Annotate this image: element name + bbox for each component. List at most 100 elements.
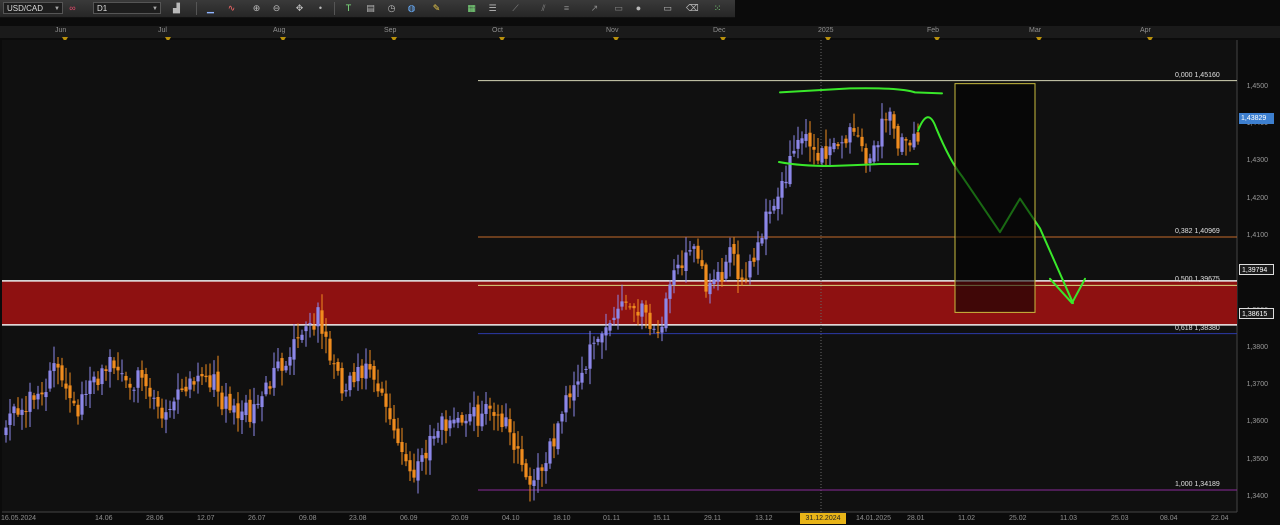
date-tick-label: 01.11: [603, 515, 620, 522]
candle-body: [436, 431, 440, 438]
candle-body: [384, 393, 388, 407]
candle-body: [664, 298, 668, 329]
candle-body: [808, 132, 812, 147]
candle-body: [160, 407, 164, 419]
candle-body: [416, 461, 420, 481]
candle-body: [872, 145, 876, 162]
candle-body: [788, 155, 792, 185]
candle-body: [196, 375, 200, 382]
candle-body: [472, 407, 476, 417]
candle-body: [268, 386, 272, 389]
candle-body: [880, 118, 884, 147]
candle-body: [280, 358, 284, 371]
candle-body: [68, 385, 72, 399]
candle-body: [892, 114, 896, 129]
candle-body: [588, 344, 592, 369]
candle-body: [912, 133, 916, 148]
candle-body: [208, 375, 212, 388]
candle-body: [792, 150, 796, 154]
candle-body: [540, 467, 544, 471]
candle-body: [132, 389, 136, 391]
candle-body: [168, 409, 172, 411]
candle-body: [696, 245, 700, 259]
candle-body: [468, 414, 472, 422]
candle-body: [428, 435, 432, 461]
date-tick-label: 26.07: [248, 515, 266, 522]
candle-body: [856, 135, 860, 137]
candle-body: [844, 138, 848, 144]
candle-body: [124, 375, 128, 381]
candle-body: [508, 419, 512, 433]
candle-body: [768, 211, 772, 214]
candle-body: [584, 368, 588, 370]
date-tick-label: 28.01: [907, 515, 925, 522]
candle-body: [908, 142, 912, 146]
candle-body: [620, 301, 624, 307]
candle-body: [640, 303, 644, 317]
zone-bottom-price-tag: 1,38615: [1239, 308, 1274, 319]
candle-body: [716, 271, 720, 282]
candle-body: [176, 389, 180, 400]
candle-body: [564, 395, 568, 413]
candle-body: [712, 279, 716, 285]
candle-body: [404, 454, 408, 462]
candle-body: [580, 372, 584, 383]
price-tick-label: 1,4200: [1246, 194, 1268, 202]
candle-body: [448, 420, 452, 429]
date-tick-label: 09.08: [299, 515, 317, 522]
price-tick-label: 1,4300: [1246, 157, 1268, 165]
candle-body: [520, 449, 524, 465]
candle-body: [76, 404, 80, 417]
candle-body: [852, 128, 856, 132]
candle-body: [36, 393, 40, 400]
candle-body: [192, 381, 196, 385]
candle-body: [528, 475, 532, 485]
candle-body: [516, 446, 520, 449]
candle-body: [876, 145, 880, 148]
crosshair-date-tag: 31.12.2024: [800, 513, 846, 524]
candle-body: [796, 139, 800, 149]
candle-body: [172, 401, 176, 411]
candle-body: [800, 138, 804, 144]
candle-body: [232, 405, 236, 413]
candle-body: [684, 252, 688, 272]
candle-body: [648, 312, 652, 329]
candle-body: [576, 381, 580, 385]
candle-body: [736, 254, 740, 279]
date-tick-label: 14.01.2025: [856, 515, 892, 522]
candle-body: [740, 277, 744, 280]
candle-body: [136, 370, 140, 388]
candle-body: [728, 247, 732, 263]
candle-body: [744, 278, 748, 280]
candle-body: [128, 383, 132, 388]
candle-body: [252, 404, 256, 424]
candle-body: [60, 365, 64, 381]
candle-body: [612, 317, 616, 321]
candle-body: [700, 260, 704, 267]
candle-body: [432, 436, 436, 439]
candle-body: [688, 250, 692, 252]
candle-body: [420, 455, 424, 462]
candle-body: [884, 119, 888, 121]
candle-body: [120, 373, 124, 375]
candle-body: [56, 363, 60, 368]
candle-body: [296, 337, 300, 339]
candle-body: [532, 480, 536, 486]
candle-body: [860, 136, 864, 147]
candle-body: [356, 366, 360, 382]
candle-body: [828, 146, 832, 156]
candle-body: [660, 326, 664, 333]
candle-body: [624, 301, 628, 303]
candle-body: [396, 428, 400, 444]
candle-body: [804, 134, 808, 141]
price-chart[interactable]: [0, 0, 1280, 525]
candle-body: [364, 363, 368, 379]
date-tick-label: 04.10: [502, 515, 520, 522]
price-tick-label: 1,3800: [1246, 343, 1268, 351]
candle-body: [216, 371, 220, 392]
candle-body: [500, 413, 504, 428]
candle-body: [772, 205, 776, 211]
candle-body: [324, 331, 328, 337]
candle-body: [556, 423, 560, 450]
candle-body: [896, 125, 900, 149]
